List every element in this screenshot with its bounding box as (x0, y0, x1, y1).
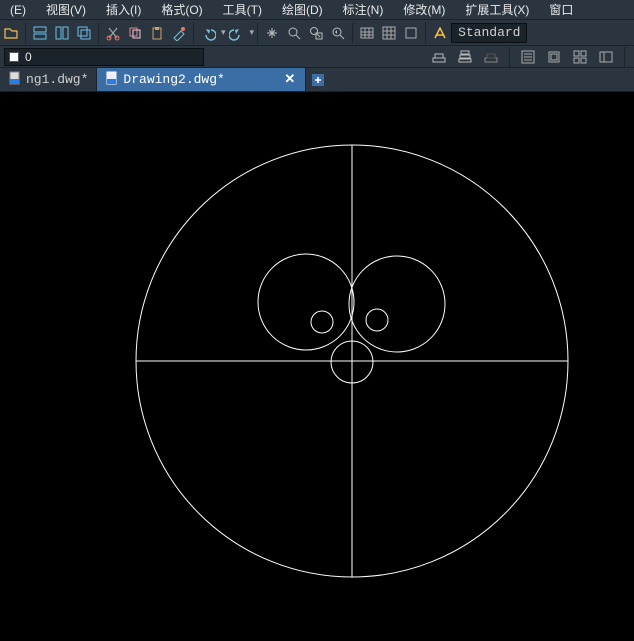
tab-label: ng1.dwg* (26, 72, 88, 87)
window-cascade-button[interactable] (74, 23, 94, 43)
layer-stack-button[interactable] (455, 47, 475, 67)
zoom-realtime-button[interactable] (284, 23, 304, 43)
main-toolbar: ▾ ▾ Standard (0, 20, 634, 46)
separator (352, 23, 353, 43)
tab-close-button[interactable]: ✕ (283, 73, 297, 87)
layer-current-name: 0 (25, 50, 32, 64)
menu-item-draw[interactable]: 绘图(D) (272, 0, 333, 20)
tab-drawing-1[interactable]: ng1.dwg* (0, 68, 97, 91)
text-style-select[interactable]: Standard (451, 23, 527, 43)
separator (98, 23, 99, 43)
layer-iso-button[interactable] (429, 47, 449, 67)
paste-button[interactable] (147, 23, 167, 43)
drawing-canvas[interactable] (0, 92, 634, 638)
menu-bar: (E) 视图(V) 插入(I) 格式(O) 工具(T) 绘图(D) 标注(N) … (0, 0, 634, 20)
match-properties-button[interactable] (169, 23, 189, 43)
zoom-window-button[interactable] (306, 23, 326, 43)
layer-color-swatch (9, 52, 19, 62)
separator (25, 23, 26, 43)
redo-dropdown-icon[interactable]: ▾ (250, 27, 255, 38)
copy-button[interactable] (125, 23, 145, 43)
grid-style-button[interactable] (379, 23, 399, 43)
select-similar-button[interactable] (570, 47, 590, 67)
menu-item-format[interactable]: 格式(O) (151, 0, 212, 20)
menu-item-edit[interactable]: (E) (0, 1, 36, 19)
zoom-previous-button[interactable] (328, 23, 348, 43)
text-style-marker-icon (430, 23, 450, 43)
separator (257, 23, 258, 43)
window-tile-h-button[interactable] (30, 23, 50, 43)
layer-bar: 0 (0, 46, 634, 68)
separator (624, 47, 625, 67)
drawing-content (0, 92, 634, 638)
separator (509, 47, 510, 67)
separator (193, 23, 194, 43)
separator (425, 23, 426, 43)
menu-item-window[interactable]: 窗口 (539, 0, 583, 20)
design-center-button[interactable] (596, 47, 616, 67)
block-button[interactable] (401, 23, 421, 43)
menu-item-insert[interactable]: 插入(I) (96, 0, 151, 20)
block-editor-button[interactable] (544, 47, 564, 67)
open-button[interactable] (1, 23, 21, 43)
table-button[interactable] (357, 23, 377, 43)
text-style-current: Standard (458, 25, 520, 40)
dwg-file-icon (8, 71, 22, 89)
tab-drawing-2[interactable]: Drawing2.dwg* ✕ (97, 68, 305, 91)
undo-dropdown-icon[interactable]: ▾ (221, 27, 226, 38)
undo-button[interactable] (198, 23, 218, 43)
document-tab-bar: ng1.dwg* Drawing2.dwg* ✕ (0, 68, 634, 92)
tab-label: Drawing2.dwg* (123, 72, 224, 87)
redo-button[interactable] (227, 23, 247, 43)
new-tab-button[interactable] (306, 68, 330, 91)
dwg-file-icon (105, 71, 119, 89)
menu-item-modify[interactable]: 修改(M) (393, 0, 455, 20)
layer-select[interactable]: 0 (4, 48, 204, 66)
menu-item-view[interactable]: 视图(V) (36, 0, 96, 20)
menu-item-dimension[interactable]: 标注(N) (333, 0, 394, 20)
pan-button[interactable] (262, 23, 282, 43)
properties-button[interactable] (518, 47, 538, 67)
menu-item-tools[interactable]: 工具(T) (213, 0, 272, 20)
menu-item-express[interactable]: 扩展工具(X) (455, 0, 539, 20)
cut-button[interactable] (103, 23, 123, 43)
layer-off-button[interactable] (481, 47, 501, 67)
window-tile-v-button[interactable] (52, 23, 72, 43)
